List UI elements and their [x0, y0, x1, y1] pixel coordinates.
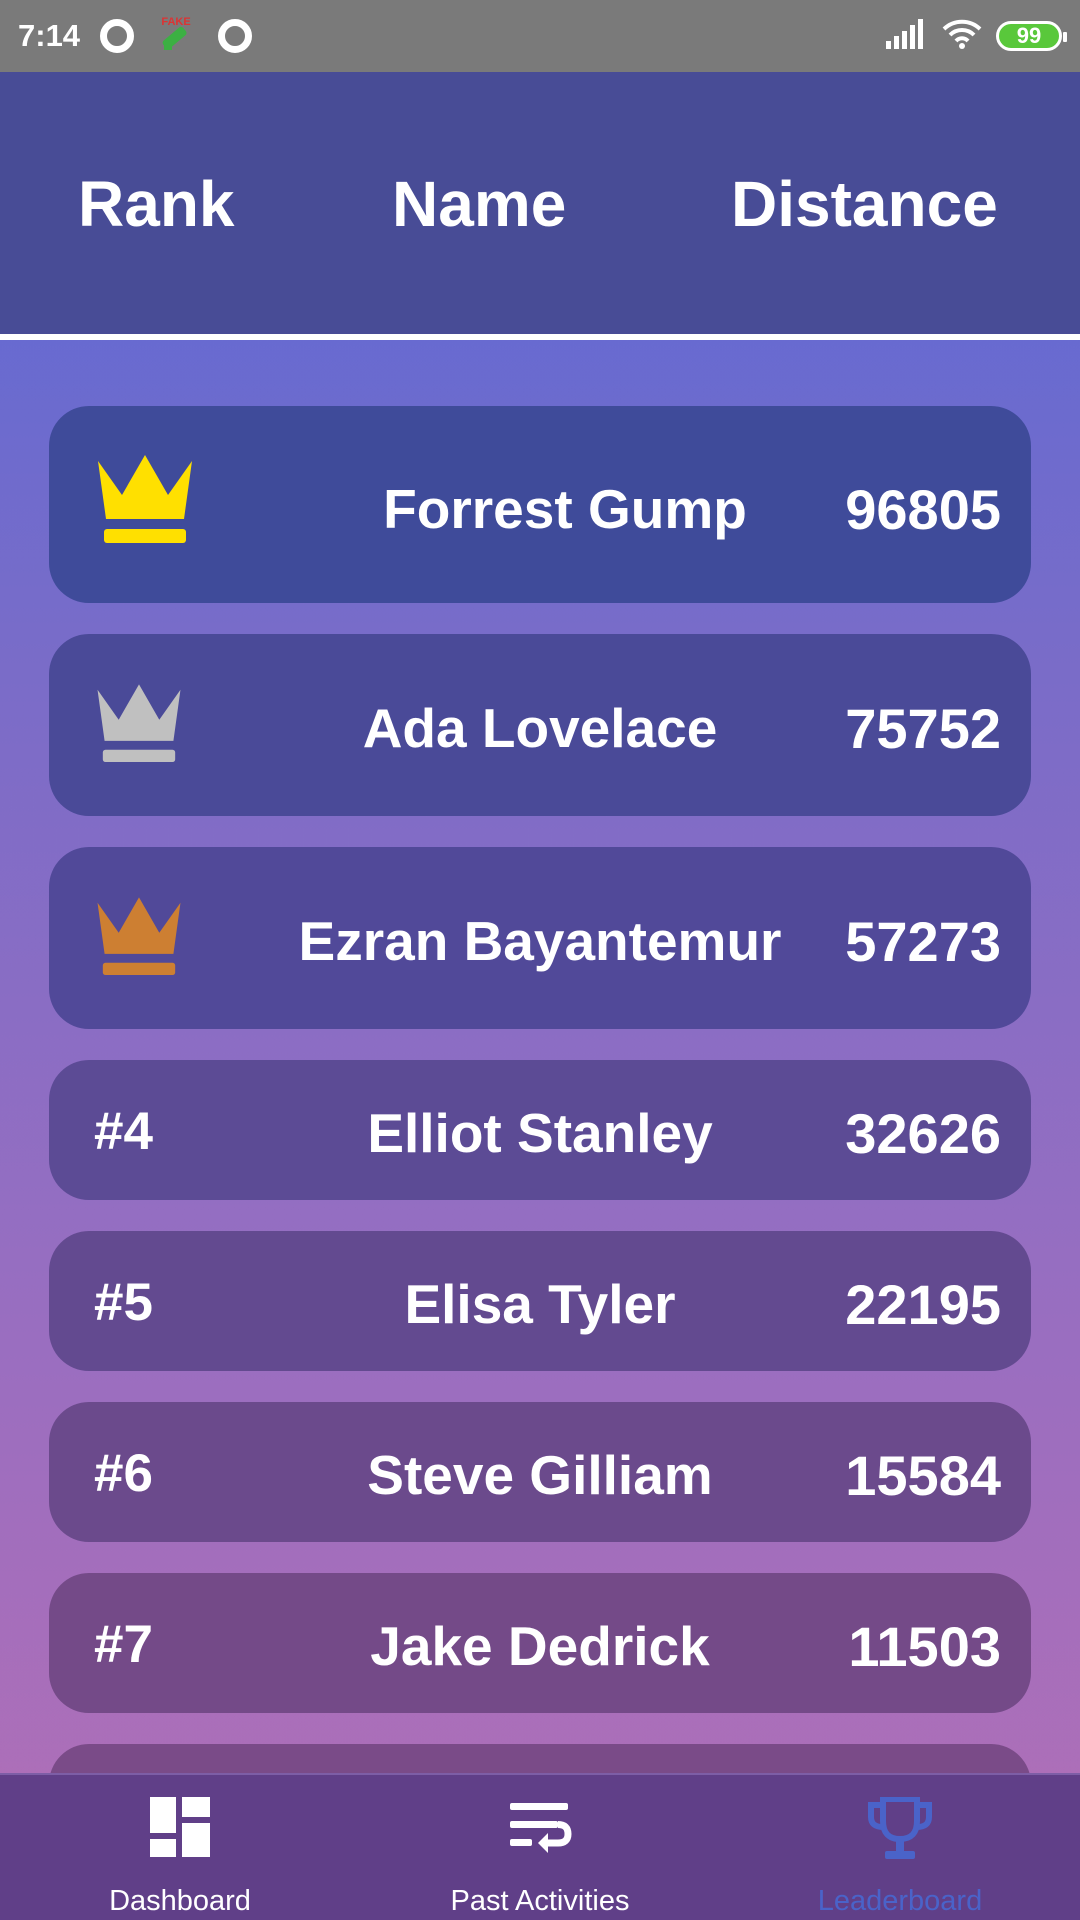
notification-dot-icon: [218, 19, 253, 53]
bottom-navigation: Dashboard Past Activities Leaderboard: [0, 1773, 1080, 1920]
wifi-icon: [942, 18, 982, 55]
leaderboard-row[interactable]: Ada Lovelace 75752: [49, 634, 1031, 816]
signal-icon: [886, 18, 928, 54]
fake-label: FAKE: [161, 16, 190, 28]
leaderboard-header: Rank Name Distance: [0, 72, 1080, 340]
header-name: Name: [392, 168, 567, 240]
leaderboard-row[interactable]: #6 Steve Gilliam 15584: [49, 1402, 1031, 1542]
dashboard-icon: [150, 1797, 210, 1862]
status-time: 7:14: [18, 18, 81, 53]
player-distance: 15584: [845, 1444, 1001, 1507]
notification-dot-icon: [100, 19, 135, 53]
battery-icon: 99: [996, 21, 1067, 51]
leaderboard-row[interactable]: [49, 1744, 1031, 1773]
player-distance: 22195: [845, 1273, 1001, 1336]
nav-past-activities[interactable]: Past Activities: [360, 1775, 720, 1920]
player-distance: 75752: [845, 697, 1001, 760]
header-distance: Distance: [731, 168, 998, 240]
fake-gps-icon: FAKE: [154, 14, 198, 58]
wrap-text-icon: [508, 1797, 572, 1862]
status-bar: 7:14 FAKE 99: [0, 0, 1080, 72]
player-distance: 57273: [845, 910, 1001, 973]
player-distance: 11503: [848, 1615, 1001, 1678]
nav-leaderboard[interactable]: Leaderboard: [720, 1775, 1080, 1920]
player-distance: 96805: [845, 478, 1001, 541]
leaderboard-list[interactable]: Forrest Gump 96805 Ada Lovelace 75752 Ez…: [0, 340, 1080, 1773]
nav-past-activities-label: Past Activities: [450, 1885, 630, 1917]
nav-leaderboard-label: Leaderboard: [817, 1885, 983, 1917]
leaderboard-row[interactable]: Forrest Gump 96805: [49, 406, 1031, 603]
leaderboard-row[interactable]: #4 Elliot Stanley 32626: [49, 1060, 1031, 1200]
trophy-icon: [867, 1796, 933, 1868]
nav-dashboard[interactable]: Dashboard: [0, 1775, 360, 1920]
header-rank: Rank: [78, 168, 235, 240]
leaderboard-row[interactable]: #7 Jake Dedrick 11503: [49, 1573, 1031, 1713]
leaderboard-row[interactable]: Ezran Bayantemur 57273: [49, 847, 1031, 1029]
player-distance: 32626: [845, 1102, 1001, 1165]
leaderboard-row[interactable]: #5 Elisa Tyler 22195: [49, 1231, 1031, 1371]
nav-dashboard-label: Dashboard: [109, 1885, 251, 1917]
